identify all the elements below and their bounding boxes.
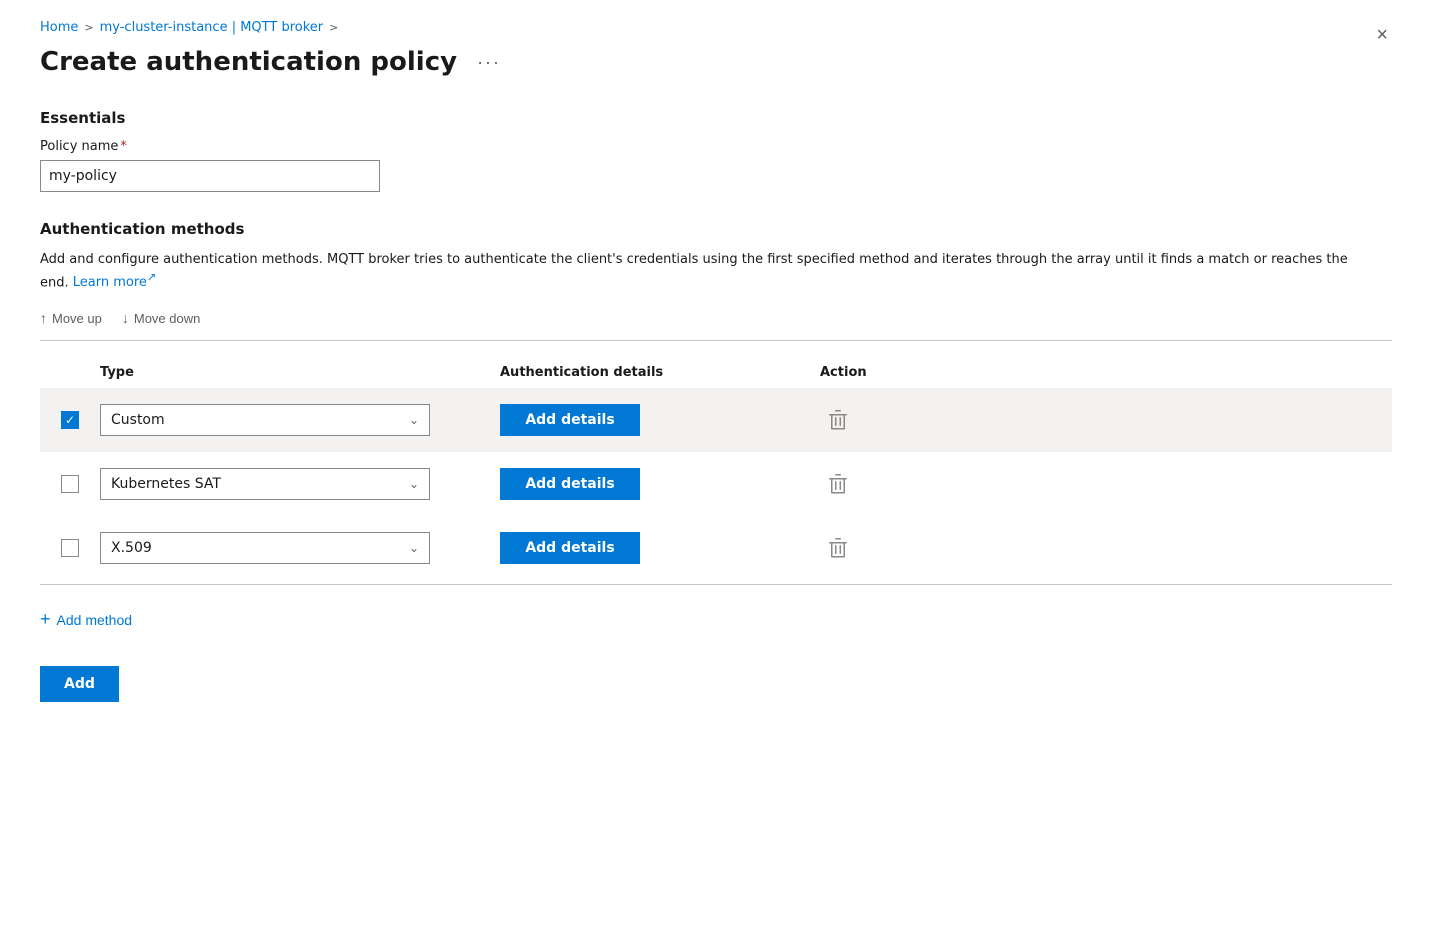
row-2-add-details-button[interactable]: Add details [500, 468, 640, 500]
row-3-action-cell [820, 533, 940, 563]
add-method-button[interactable]: + Add method [40, 601, 132, 638]
move-up-button[interactable]: ↑ Move up [40, 306, 102, 330]
policy-name-input[interactable] [40, 160, 380, 192]
trash-icon [828, 537, 848, 559]
table-row: X.509 ⌄ Add details [40, 516, 1392, 580]
page-header: Create authentication policy ··· [40, 47, 1392, 77]
row-1-type-select[interactable]: Custom ⌄ [100, 404, 430, 436]
col-header-type: Type [100, 365, 500, 380]
breadcrumb-home[interactable]: Home [40, 20, 78, 35]
auth-methods-table: Type Authentication details Action Custo… [40, 357, 1392, 638]
breadcrumb: Home > my-cluster-instance | MQTT broker… [40, 20, 1392, 35]
col-header-auth-details: Authentication details [500, 365, 820, 380]
page-container: Home > my-cluster-instance | MQTT broker… [0, 0, 1432, 937]
trash-icon [828, 473, 848, 495]
close-button[interactable]: × [1372, 20, 1392, 51]
row-2-type-select[interactable]: Kubernetes SAT ⌄ [100, 468, 430, 500]
auth-methods-description: Add and configure authentication methods… [40, 250, 1380, 292]
row-2-auth-details-cell: Add details [500, 468, 820, 500]
row-3-chevron-icon: ⌄ [409, 541, 419, 555]
row-1-action-cell [820, 405, 940, 435]
row-1-type-value: Custom [111, 412, 165, 428]
arrow-down-icon: ↓ [122, 310, 129, 326]
row-2-checkbox-cell [40, 475, 100, 493]
arrow-up-icon: ↑ [40, 310, 47, 326]
add-method-row: + Add method [40, 584, 1392, 638]
row-1-auth-details-cell: Add details [500, 404, 820, 436]
row-2-type-value: Kubernetes SAT [111, 476, 221, 492]
row-2-action-cell [820, 469, 940, 499]
col-header-checkbox [40, 365, 100, 380]
row-3-delete-button[interactable] [820, 533, 856, 563]
policy-name-label: Policy name* [40, 139, 1392, 154]
row-3-type-cell: X.509 ⌄ [100, 532, 500, 564]
table-row: Kubernetes SAT ⌄ Add details [40, 452, 1392, 516]
row-1-add-details-button[interactable]: Add details [500, 404, 640, 436]
row-3-type-value: X.509 [111, 540, 152, 556]
external-link-icon: ↗ [147, 271, 156, 284]
page-title: Create authentication policy [40, 47, 457, 77]
col-header-action: Action [820, 365, 940, 380]
essentials-title: Essentials [40, 109, 1392, 127]
add-button[interactable]: Add [40, 666, 119, 702]
row-3-checkbox[interactable] [61, 539, 79, 557]
footer: Add [40, 666, 1392, 702]
trash-icon [828, 409, 848, 431]
row-2-chevron-icon: ⌄ [409, 477, 419, 491]
plus-icon: + [40, 609, 51, 630]
row-1-chevron-icon: ⌄ [409, 413, 419, 427]
row-3-checkbox-cell [40, 539, 100, 557]
row-1-checkbox[interactable] [61, 411, 79, 429]
row-2-delete-button[interactable] [820, 469, 856, 499]
table-header: Type Authentication details Action [40, 357, 1392, 388]
breadcrumb-instance[interactable]: my-cluster-instance | MQTT broker [100, 20, 324, 35]
table-row: Custom ⌄ Add details [40, 388, 1392, 452]
row-1-delete-button[interactable] [820, 405, 856, 435]
row-1-checkbox-cell [40, 411, 100, 429]
required-marker: * [120, 139, 127, 154]
essentials-section: Essentials Policy name* [40, 109, 1392, 192]
row-3-auth-details-cell: Add details [500, 532, 820, 564]
auth-methods-section: Authentication methods Add and configure… [40, 220, 1392, 638]
auth-methods-title: Authentication methods [40, 220, 1392, 238]
row-3-add-details-button[interactable]: Add details [500, 532, 640, 564]
row-2-type-cell: Kubernetes SAT ⌄ [100, 468, 500, 500]
breadcrumb-sep-2: > [329, 21, 338, 34]
row-3-type-select[interactable]: X.509 ⌄ [100, 532, 430, 564]
breadcrumb-sep-1: > [84, 21, 93, 34]
learn-more-link[interactable]: Learn more↗ [73, 275, 156, 290]
move-down-button[interactable]: ↓ Move down [122, 306, 200, 330]
row-1-type-cell: Custom ⌄ [100, 404, 500, 436]
row-2-checkbox[interactable] [61, 475, 79, 493]
toolbar: ↑ Move up ↓ Move down [40, 306, 1392, 341]
more-options-button[interactable]: ··· [469, 48, 509, 77]
